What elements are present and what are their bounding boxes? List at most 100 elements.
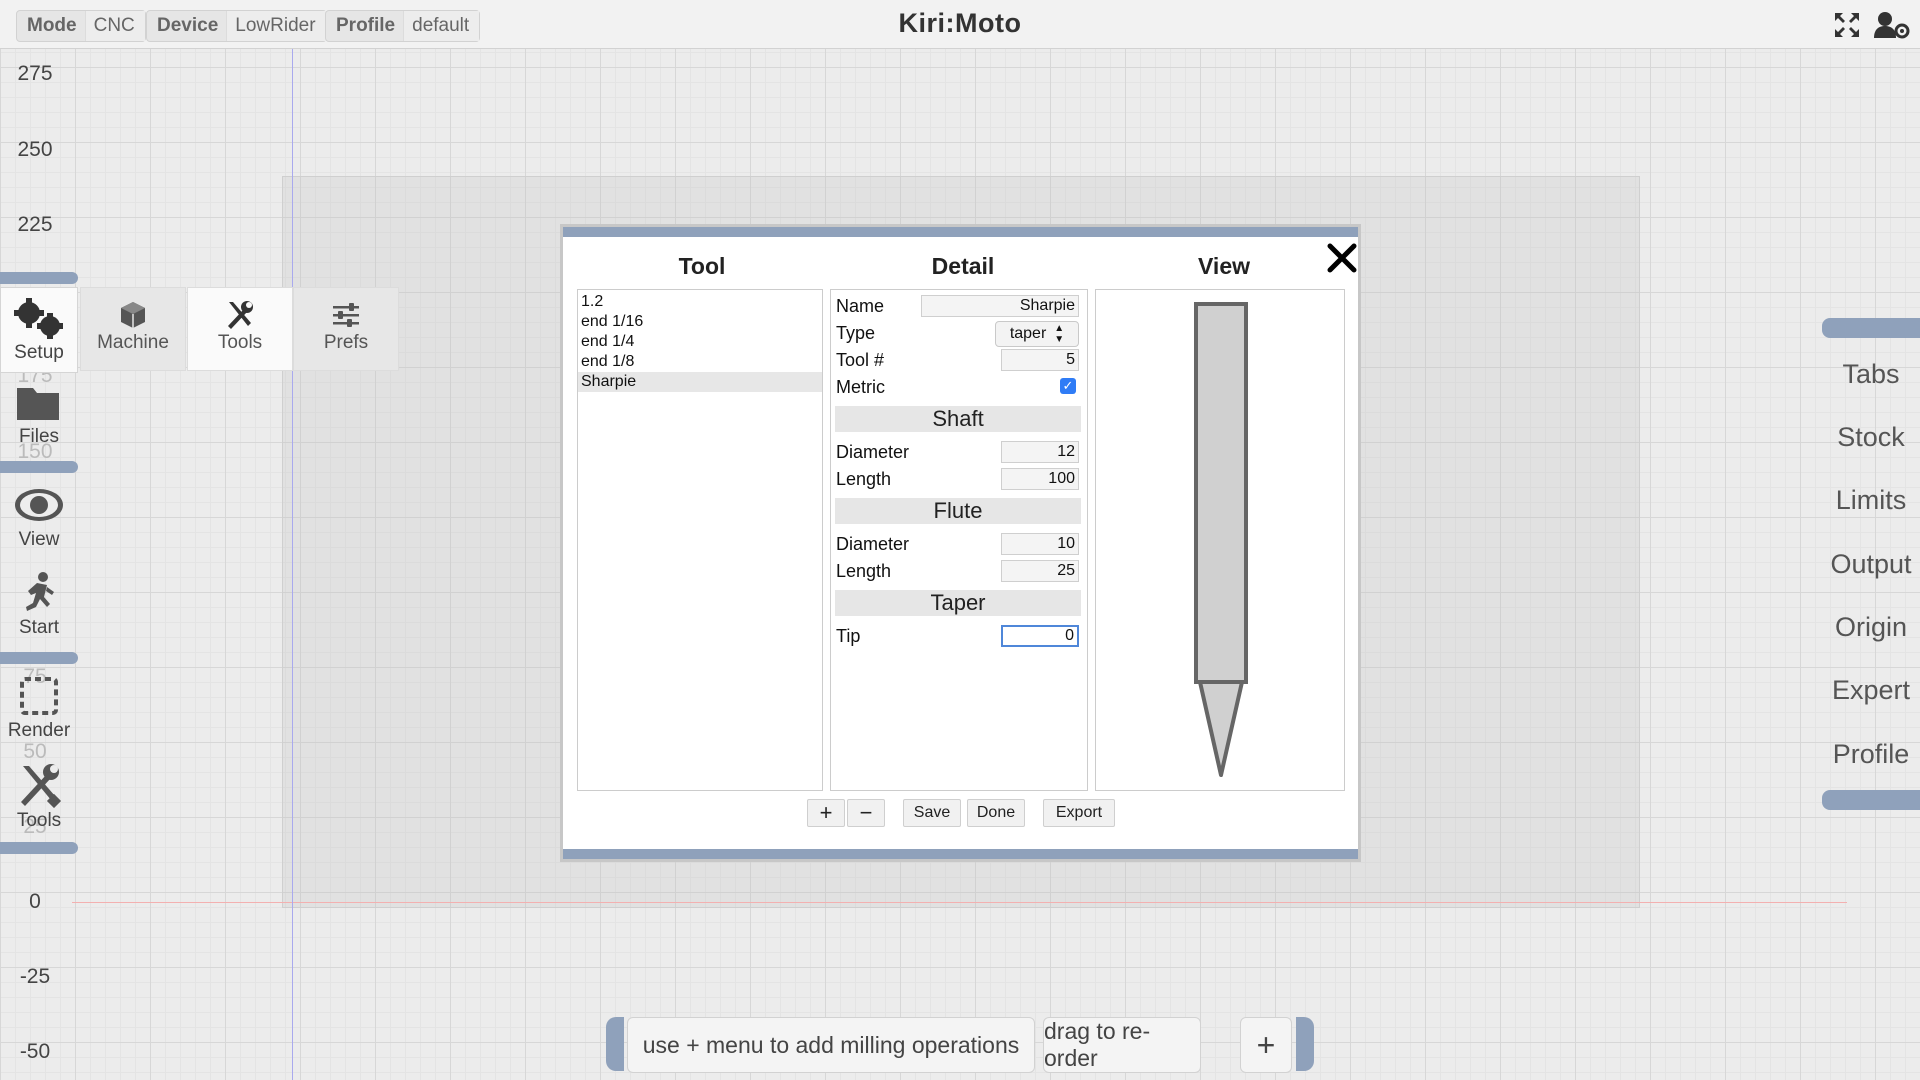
submenu-prefs-label: Prefs <box>323 332 369 353</box>
dialog-top-bar <box>563 227 1358 237</box>
taper-tip-label: Tip <box>836 626 861 646</box>
left-menu-divider <box>0 652 78 664</box>
done-button[interactable]: Done <box>967 799 1025 827</box>
tool-taper-shape <box>1198 680 1244 777</box>
menu-files-label: Files <box>18 426 60 447</box>
operations-hint: use + menu to add milling operations <box>627 1017 1035 1073</box>
right-menu-cap <box>1822 790 1920 810</box>
menu-files[interactable]: Files <box>0 372 78 458</box>
folder-icon <box>17 388 59 420</box>
ruler-label: -25 <box>19 965 51 988</box>
tool-list-item[interactable]: end 1/16 <box>578 312 822 332</box>
shaft-section-header: Shaft <box>835 406 1081 432</box>
taper-tip-row: Tip <box>833 624 1081 650</box>
tool-number-field[interactable] <box>1001 349 1079 371</box>
name-row: Name <box>833 294 1081 320</box>
metric-checkbox[interactable]: ✓ <box>1060 378 1076 394</box>
reorder-hint: drag to re-order <box>1043 1017 1201 1073</box>
gears-icon <box>14 298 63 339</box>
type-select[interactable]: taper ▲ ▼ <box>995 321 1079 347</box>
flute-length-label: Length <box>836 561 892 581</box>
flute-diameter-row: Diameter <box>833 532 1081 558</box>
top-bar: Mode CNC Device LowRider Profile default… <box>0 0 1920 49</box>
tool-list[interactable]: 1.2 end 1/16 end 1/4 end 1/8 Sharpie <box>577 289 823 791</box>
tool-list-item[interactable]: 1.2 <box>578 292 822 312</box>
menu-tools-label: Tools <box>16 810 62 831</box>
menu-render-label: Render <box>7 720 71 741</box>
tool-list-item[interactable]: end 1/4 <box>578 332 822 352</box>
name-label: Name <box>836 296 885 316</box>
tool-number-label: Tool # <box>836 350 885 370</box>
ruler-label: 0 <box>29 890 41 913</box>
taper-tip-field[interactable] <box>1001 625 1079 647</box>
bottom-bar-cap <box>606 1017 624 1071</box>
type-label: Type <box>836 323 876 343</box>
right-tab-origin[interactable]: Origin <box>1822 599 1920 655</box>
submenu-tools[interactable]: Tools <box>187 287 293 371</box>
tool-preview-panel <box>1095 289 1345 791</box>
menu-start[interactable]: Start <box>0 563 78 649</box>
right-tab-expert[interactable]: Expert <box>1822 662 1920 718</box>
flute-diameter-label: Diameter <box>836 534 910 554</box>
left-menu-cap <box>0 842 78 854</box>
name-field[interactable] <box>921 295 1079 317</box>
taper-section-header: Taper <box>835 590 1081 616</box>
sliders-icon <box>333 303 359 327</box>
running-person-icon <box>26 572 54 611</box>
submenu-machine[interactable]: Machine <box>80 287 186 371</box>
submenu-prefs[interactable]: Prefs <box>293 287 399 371</box>
flute-diameter-field[interactable] <box>1001 533 1079 555</box>
shaft-length-field[interactable] <box>1001 468 1079 490</box>
user-settings-icon[interactable] <box>1874 10 1910 40</box>
export-button[interactable]: Export <box>1043 799 1115 827</box>
left-menu-cap <box>0 272 78 284</box>
menu-render[interactable]: Render <box>0 666 78 752</box>
ruler-label: 275 <box>17 62 53 85</box>
menu-view[interactable]: View <box>0 475 78 561</box>
close-icon[interactable] <box>1325 241 1359 275</box>
right-tab-profile[interactable]: Profile <box>1822 726 1920 782</box>
submenu-machine-label: Machine <box>97 332 169 353</box>
shaft-diameter-label: Diameter <box>836 442 910 462</box>
menu-setup[interactable]: Setup <box>0 287 78 373</box>
type-value: taper <box>1009 325 1047 342</box>
eye-icon <box>15 489 63 521</box>
right-tab-stock[interactable]: Stock <box>1822 409 1920 465</box>
x-axis-line <box>72 902 1847 903</box>
shaft-length-row: Length <box>833 467 1081 493</box>
flute-length-field[interactable] <box>1001 560 1079 582</box>
fullscreen-icon[interactable] <box>1832 10 1862 40</box>
tool-list-item-selected[interactable]: Sharpie <box>578 372 822 392</box>
menu-setup-label: Setup <box>14 342 64 363</box>
wrench-screwdriver-icon <box>21 764 62 808</box>
dialog-bottom-bar <box>563 849 1358 859</box>
right-tab-tabs[interactable]: Tabs <box>1822 346 1920 402</box>
tool-shaft-shape <box>1194 302 1248 684</box>
tools-icon <box>228 301 253 329</box>
right-tab-limits[interactable]: Limits <box>1822 472 1920 528</box>
select-arrows-icon: ▲ ▼ <box>1054 323 1065 345</box>
menu-tools[interactable]: Tools <box>0 754 78 840</box>
shaft-diameter-row: Diameter <box>833 440 1081 466</box>
detail-panel: Name Type taper ▲▼ Tool # Metric ✓ Shaft… <box>830 289 1088 791</box>
menu-start-label: Start <box>18 617 60 638</box>
cube-icon <box>121 302 145 328</box>
save-button[interactable]: Save <box>903 799 961 827</box>
ruler-label: 250 <box>17 138 53 161</box>
right-menu-cap <box>1822 318 1920 338</box>
left-menu-divider <box>0 461 78 473</box>
render-icon <box>20 677 58 715</box>
tool-editor-dialog: Tool Detail View 1.2 end 1/16 end 1/4 en… <box>560 224 1361 862</box>
add-tool-button[interactable]: + <box>807 799 845 827</box>
add-operation-button[interactable]: + <box>1240 1017 1292 1073</box>
submenu-tools-label: Tools <box>217 332 263 353</box>
tool-column-header: Tool <box>678 253 726 279</box>
tool-preview-drawing <box>1194 302 1248 777</box>
tool-list-item[interactable]: end 1/8 <box>578 352 822 372</box>
right-tab-output[interactable]: Output <box>1822 536 1920 592</box>
flute-length-row: Length <box>833 559 1081 585</box>
shaft-diameter-field[interactable] <box>1001 441 1079 463</box>
remove-tool-button[interactable]: − <box>847 799 885 827</box>
metric-label: Metric <box>836 377 885 397</box>
shaft-length-label: Length <box>836 469 892 489</box>
